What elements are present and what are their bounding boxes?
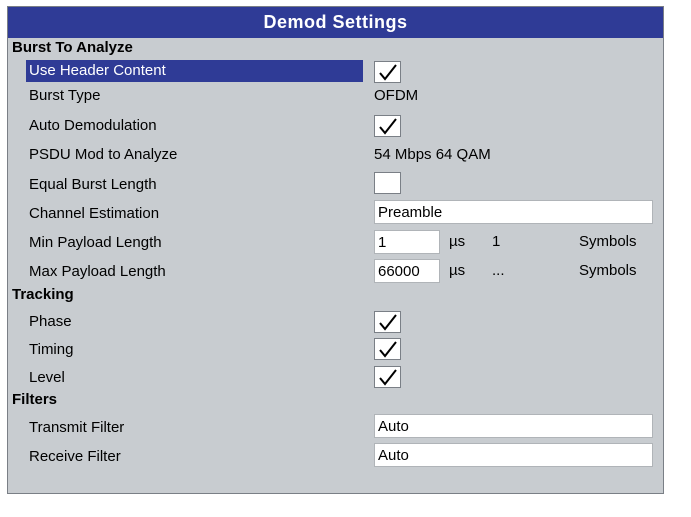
max-payload-symbols-label: Symbols (579, 262, 637, 279)
receive-filter-label: Receive Filter (29, 448, 121, 465)
level-label: Level (29, 369, 65, 386)
level-checkbox[interactable] (374, 366, 401, 388)
psdu-mod-value[interactable]: 54 Mbps 64 QAM (374, 145, 491, 165)
use-header-content-checkbox[interactable] (374, 61, 401, 83)
burst-type-value[interactable]: OFDM (374, 86, 418, 106)
max-payload-length-field[interactable]: 66000 (374, 259, 440, 283)
checkmark-icon (379, 369, 397, 386)
psdu-mod-label: PSDU Mod to Analyze (29, 146, 178, 163)
demod-settings-dialog: Demod Settings Burst To Analyze Use Head… (7, 6, 664, 494)
equal-burst-length-label: Equal Burst Length (29, 176, 157, 193)
equal-burst-length-checkbox[interactable] (374, 172, 401, 194)
timing-label: Timing (29, 341, 74, 358)
checkmark-icon (379, 314, 397, 331)
section-burst-to-analyze: Burst To Analyze (12, 39, 133, 56)
section-tracking: Tracking (12, 286, 74, 303)
checkmark-icon (379, 118, 397, 135)
burst-type-label: Burst Type (29, 87, 101, 104)
auto-demodulation-label: Auto Demodulation (29, 117, 157, 134)
max-payload-unit: µs (449, 262, 466, 279)
channel-estimation-label: Channel Estimation (29, 205, 160, 222)
min-payload-length-field[interactable]: 1 (374, 230, 440, 254)
checkmark-icon (379, 341, 397, 358)
min-payload-symbols-value: 1 (492, 233, 501, 250)
auto-demodulation-checkbox[interactable] (374, 115, 401, 137)
min-payload-length-label: Min Payload Length (29, 234, 162, 251)
receive-filter-field[interactable]: Auto (374, 443, 653, 467)
max-payload-length-label: Max Payload Length (29, 263, 166, 280)
section-filters: Filters (12, 391, 58, 408)
min-payload-symbols-label: Symbols (579, 233, 637, 250)
dialog-title: Demod Settings (8, 7, 663, 38)
min-payload-unit: µs (449, 233, 466, 250)
channel-estimation-field[interactable]: Preamble (374, 200, 653, 224)
timing-checkbox[interactable] (374, 338, 401, 360)
use-header-content-label[interactable]: Use Header Content (26, 60, 363, 82)
transmit-filter-field[interactable]: Auto (374, 414, 653, 438)
checkmark-icon (379, 64, 397, 81)
transmit-filter-label: Transmit Filter (29, 419, 125, 436)
max-payload-symbols-value: ... (492, 262, 505, 279)
phase-label: Phase (29, 313, 72, 330)
phase-checkbox[interactable] (374, 311, 401, 333)
